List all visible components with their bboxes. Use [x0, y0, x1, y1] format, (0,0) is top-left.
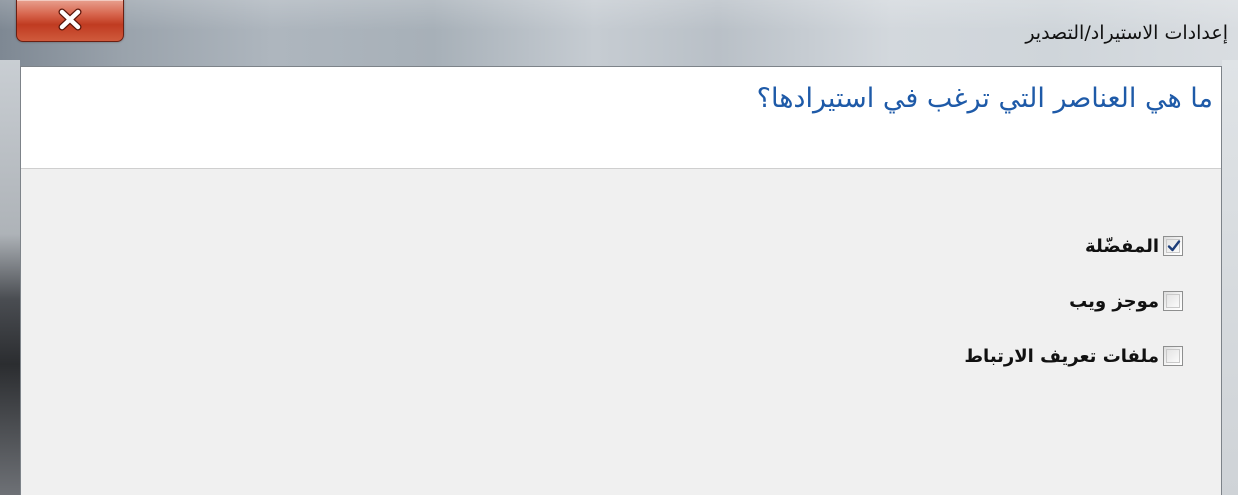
option-favorites[interactable]: المفضّلة	[964, 233, 1183, 259]
checkmark-icon	[1167, 240, 1181, 252]
web-feeds-label: موجز ويب	[1069, 290, 1159, 312]
page-title: ما هي العناصر التي ترغب في استيرادها؟	[756, 83, 1213, 114]
cookies-label: ملفات تعريف الارتباط	[964, 345, 1159, 367]
client-area: ما هي العناصر التي ترغب في استيرادها؟ ال…	[20, 66, 1222, 495]
favorites-label: المفضّلة	[1085, 235, 1159, 257]
title-bar[interactable]: إعدادات الاستيراد/التصدير	[0, 0, 1238, 66]
import-options-list: المفضّلة موجز ويب ملفات تعريف الارتباط	[964, 233, 1183, 398]
close-x-icon	[58, 8, 82, 31]
window-title: إعدادات الاستيراد/التصدير	[1025, 22, 1228, 44]
cookies-checkbox[interactable]	[1163, 346, 1183, 366]
window-left-edge	[0, 60, 20, 495]
window-right-edge	[1222, 60, 1238, 495]
header-panel: ما هي العناصر التي ترغب في استيرادها؟	[21, 67, 1221, 169]
option-web-feeds[interactable]: موجز ويب	[964, 288, 1183, 314]
import-export-settings-window: إعدادات الاستيراد/التصدير ما هي العناصر …	[0, 0, 1238, 495]
close-button[interactable]	[16, 0, 124, 42]
option-cookies[interactable]: ملفات تعريف الارتباط	[964, 343, 1183, 369]
favorites-checkbox[interactable]	[1163, 236, 1183, 256]
web-feeds-checkbox[interactable]	[1163, 291, 1183, 311]
